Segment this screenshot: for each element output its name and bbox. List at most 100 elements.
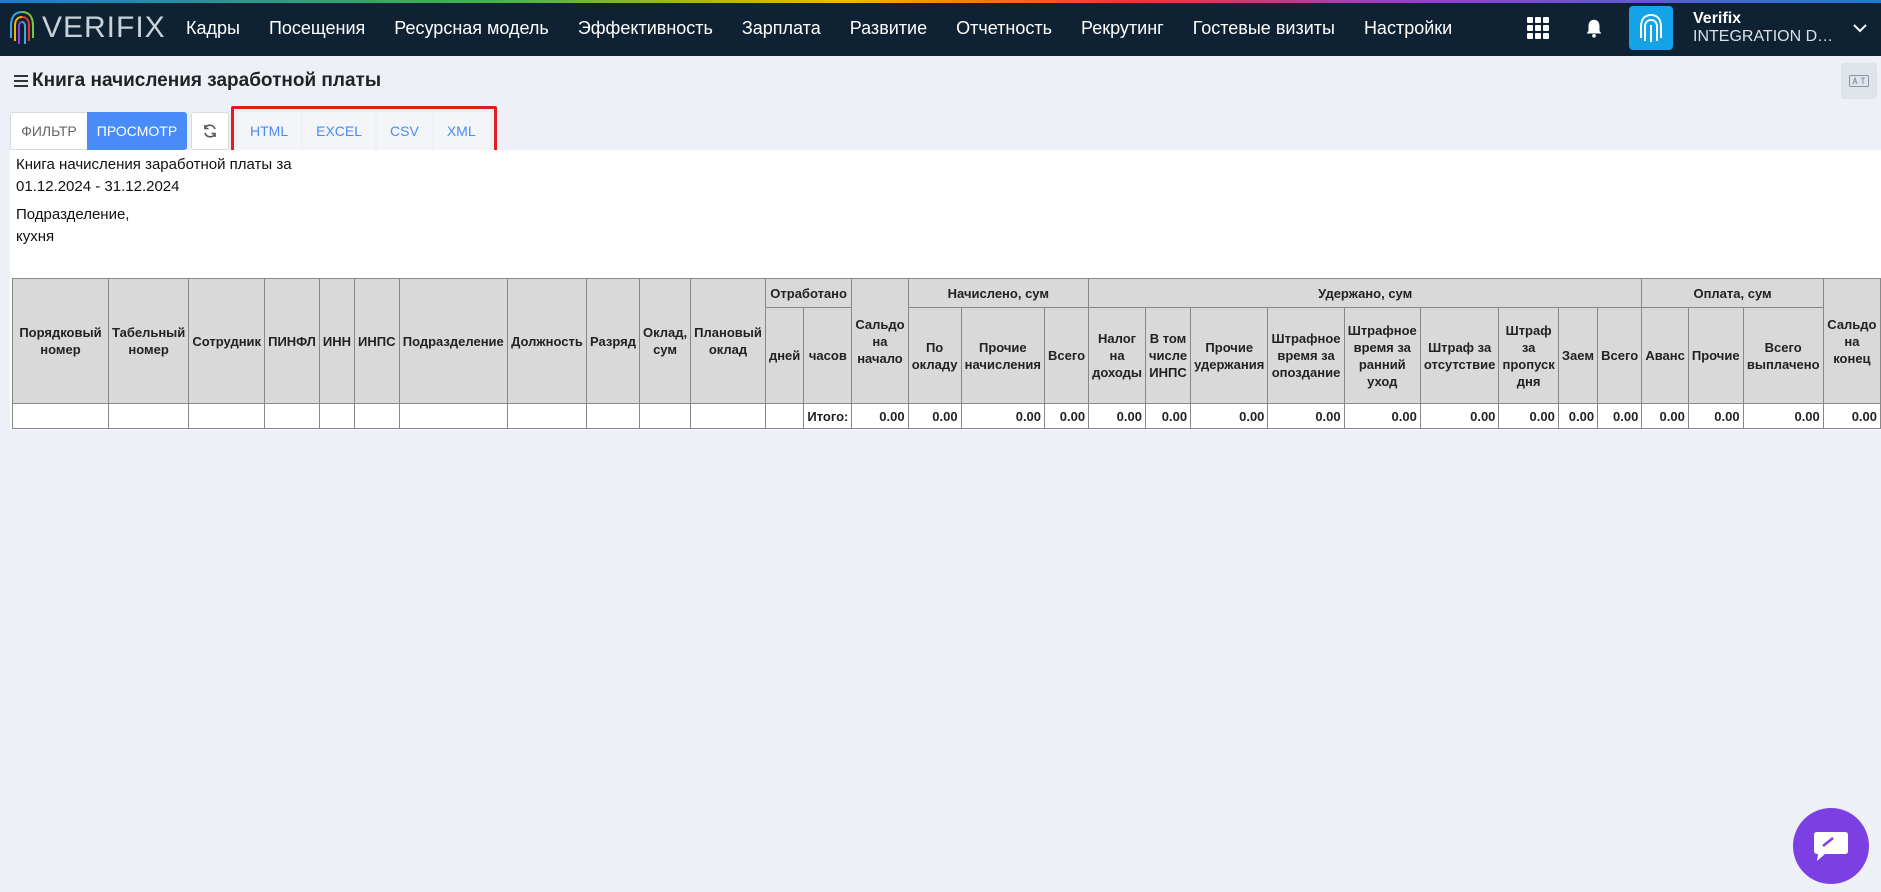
col-position: Должность: [506, 278, 588, 404]
nav-item-guest-visits[interactable]: Гостевые визиты: [1193, 18, 1335, 39]
refresh-icon: [204, 123, 216, 138]
export-xml-button[interactable]: XML: [433, 111, 489, 150]
col-wh-income-tax: Налог на доходы: [1088, 307, 1146, 404]
nav-item-recruiting[interactable]: Рекрутинг: [1081, 18, 1164, 39]
nav-item-development[interactable]: Развитие: [850, 18, 927, 39]
col-pinfl: ПИНФЛ: [264, 278, 320, 404]
user-menu[interactable]: Verifix INTEGRATION DEPARTMENT: [1693, 10, 1843, 46]
hamburger-menu-icon[interactable]: [14, 75, 28, 87]
col-employee: Сотрудник: [188, 278, 266, 404]
col-balance-start: Сальдо на начало: [851, 278, 909, 404]
user-org: INTEGRATION DEPARTMENT: [1693, 28, 1843, 45]
nav-item-resource-model[interactable]: Ресурсная модель: [394, 18, 549, 39]
col-wh-missed-day: Штраф за пропуск дня: [1498, 307, 1559, 404]
total-label: Итого:: [803, 403, 853, 429]
nav-item-efficiency[interactable]: Эффективность: [578, 18, 713, 39]
col-wh-other: Прочие удержания: [1190, 307, 1269, 404]
bell-icon[interactable]: [1583, 17, 1605, 39]
export-csv-button[interactable]: CSV: [377, 111, 432, 150]
col-wh-inps: В том числе ИНПС: [1144, 307, 1192, 404]
total-balance-start: 0.00: [851, 403, 909, 429]
col-tab-number: Табельный номер: [107, 278, 190, 404]
view-button[interactable]: ПРОСМОТР: [87, 111, 187, 150]
col-salary: Оклад, сум: [638, 278, 692, 404]
top-navbar: VERIFIX Кадры Посещения Ресурсная модель…: [0, 0, 1881, 56]
col-ordinal: Порядковый номер: [12, 278, 109, 404]
col-accrued-total: Всего: [1044, 307, 1090, 404]
nav-item-attendance[interactable]: Посещения: [269, 18, 365, 39]
report-division-value: кухня: [16, 228, 55, 245]
chevron-down-icon[interactable]: [1851, 19, 1869, 37]
total-wh-income-tax: 0.00: [1088, 403, 1146, 429]
header-right: Verifix INTEGRATION DEPARTMENT: [1527, 0, 1881, 56]
total-wh-missed-day: 0.00: [1498, 403, 1559, 429]
col-inn: ИНН: [318, 278, 356, 404]
group-accrued: Начислено, сум: [907, 278, 1090, 308]
col-wh-loan: Заем: [1557, 307, 1599, 404]
accent-strip: [0, 0, 1881, 3]
total-accrued-salary: 0.00: [907, 403, 962, 429]
logo[interactable]: VERIFIX: [8, 8, 168, 48]
total-paid-advance: 0.00: [1641, 403, 1689, 429]
col-wh-late: Штрафное время за опоздание: [1267, 307, 1345, 404]
total-wh-total: 0.00: [1597, 403, 1643, 429]
chat-button[interactable]: [1793, 808, 1869, 884]
table-row-total: Итого: 0.00 0.00 0.00 0.00 0.00 0.00 0.0…: [12, 403, 1881, 429]
report-title: Книга начисления заработной платы за: [16, 156, 292, 173]
report-period: 01.12.2024 - 31.12.2024: [16, 178, 180, 195]
col-division: Подразделение: [398, 278, 508, 404]
total-accrued-other: 0.00: [960, 403, 1046, 429]
col-wh-early: Штрафное время за ранний уход: [1343, 307, 1421, 404]
group-worked: Отработано: [764, 278, 853, 308]
col-planned-salary: Плановый оклад: [690, 278, 766, 404]
col-paid-total: Всего выплачено: [1742, 307, 1824, 404]
payroll-table: Порядковый номер Табельный номер Сотрудн…: [12, 278, 1881, 429]
col-wh-absence: Штраф за отсутствие: [1419, 307, 1500, 404]
col-paid-advance: Аванс: [1641, 307, 1689, 404]
total-paid-other: 0.00: [1687, 403, 1744, 429]
apps-grid-icon[interactable]: [1527, 17, 1549, 39]
total-accrued-total: 0.00: [1044, 403, 1090, 429]
col-worked-hours: часов: [803, 307, 853, 404]
export-button-group: HTML EXCEL CSV XML: [231, 106, 497, 155]
total-wh-absence: 0.00: [1419, 403, 1500, 429]
col-rank: Разряд: [586, 278, 640, 404]
chat-icon: [1814, 832, 1848, 861]
group-withheld: Удержано, сум: [1088, 278, 1643, 308]
main-nav: Кадры Посещения Ресурсная модель Эффекти…: [186, 18, 1481, 39]
fingerprint-icon: [1640, 14, 1662, 42]
col-inps: ИНПС: [354, 278, 400, 404]
logo-text: VERIFIX: [42, 11, 166, 44]
col-wh-total: Всего: [1597, 307, 1643, 404]
col-balance-end: Сальдо на конец: [1822, 278, 1881, 404]
avatar[interactable]: [1629, 6, 1673, 50]
col-paid-other: Прочие: [1687, 307, 1744, 404]
page-title-text: Книга начисления заработной платы: [32, 70, 382, 91]
report-area: Книга начисления заработной платы за 01.…: [10, 150, 1881, 430]
report-division-label: Подразделение,: [16, 206, 130, 223]
total-paid-total: 0.00: [1742, 403, 1824, 429]
total-wh-late: 0.00: [1267, 403, 1345, 429]
col-accrued-salary: По окладу: [907, 307, 962, 404]
nav-item-staff[interactable]: Кадры: [186, 18, 240, 39]
total-balance-end: 0.00: [1822, 403, 1881, 429]
nav-item-salary[interactable]: Зарплата: [742, 18, 821, 39]
nav-item-reports[interactable]: Отчетность: [956, 18, 1052, 39]
fingerprint-logo-icon: [10, 11, 34, 44]
filter-button[interactable]: ФИЛЬТР: [10, 111, 87, 150]
nav-item-settings[interactable]: Настройки: [1364, 18, 1452, 39]
export-excel-button[interactable]: EXCEL: [303, 111, 376, 150]
total-wh-early: 0.00: [1343, 403, 1421, 429]
export-html-button[interactable]: HTML: [237, 111, 302, 150]
col-worked-days: дней: [764, 307, 805, 404]
toolbar: ФИЛЬТР ПРОСМОТР HTML EXCEL CSV XML: [10, 106, 497, 155]
translate-toggle-icon[interactable]: [1841, 63, 1877, 99]
refresh-button[interactable]: [191, 111, 229, 150]
total-wh-inps: 0.00: [1144, 403, 1192, 429]
page-title: Книга начисления заработной платы: [14, 70, 381, 92]
total-wh-other: 0.00: [1190, 403, 1269, 429]
user-name: Verifix: [1693, 10, 1742, 27]
col-accrued-other: Прочие начисления: [960, 307, 1046, 404]
total-wh-loan: 0.00: [1557, 403, 1599, 429]
report-header: Книга начисления заработной платы за 01.…: [10, 150, 1881, 252]
